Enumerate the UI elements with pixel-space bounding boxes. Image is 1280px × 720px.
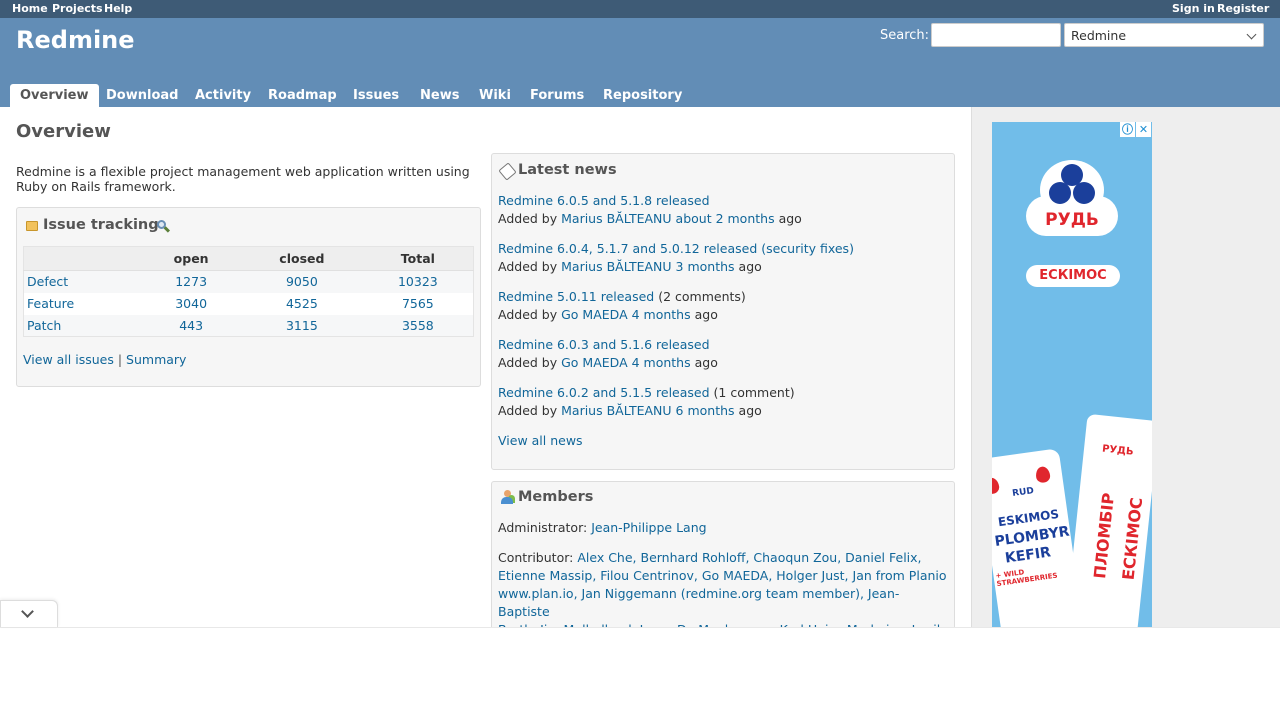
table-header xyxy=(23,246,142,271)
link-separator: | xyxy=(117,352,123,367)
view-all-issues-link[interactable]: View all issues xyxy=(23,352,114,367)
member-link[interactable]: Alex Che, Bernhard Rohloff, Chaoqun Zou,… xyxy=(577,550,921,565)
closed-count-link[interactable]: 3115 xyxy=(286,318,318,333)
ad-brand-text: РУДЬ xyxy=(1045,210,1099,230)
tab-overview[interactable]: Overview xyxy=(10,84,99,107)
news-icon xyxy=(498,162,517,181)
news-author-link[interactable]: Marius BĂLTEANU xyxy=(561,403,671,418)
tab-activity[interactable]: Activity xyxy=(185,84,261,107)
table-row: Defect 1273 9050 10323 xyxy=(23,270,474,293)
site-title[interactable]: Redmine xyxy=(16,26,135,54)
collapse-toggle-button[interactable] xyxy=(0,600,58,627)
tab-news[interactable]: News xyxy=(410,84,469,107)
news-title-link[interactable]: Redmine 6.0.5 and 5.1.8 released xyxy=(498,193,710,208)
table-header-closed: closed xyxy=(241,246,363,271)
table-row: Patch 443 3115 3558 xyxy=(23,314,474,337)
open-count-link[interactable]: 1273 xyxy=(175,274,207,289)
chevron-down-icon xyxy=(21,605,34,618)
news-title-link[interactable]: Redmine 5.0.11 released xyxy=(498,289,654,304)
tracker-link-patch[interactable]: Patch xyxy=(27,318,61,333)
search-input[interactable] xyxy=(931,23,1061,47)
member-link[interactable]: Jean-Philippe Lang xyxy=(591,520,706,535)
table-header-total: Total xyxy=(362,246,474,271)
bottom-overlay-bar xyxy=(0,627,1280,720)
total-count-link[interactable]: 10323 xyxy=(398,274,438,289)
project-description: Redmine is a flexible project management… xyxy=(16,164,470,194)
folder-icon xyxy=(26,221,38,231)
sign-in-link[interactable]: Sign in xyxy=(1172,2,1215,15)
tab-download[interactable]: Download xyxy=(96,84,188,107)
news-time-link[interactable]: 4 months xyxy=(632,355,691,370)
zoom-icon[interactable] xyxy=(157,220,171,233)
members-administrator: Administrator: Jean-Philippe Lang xyxy=(498,520,707,535)
tab-wiki[interactable]: Wiki xyxy=(469,84,521,107)
closed-count-link[interactable]: 9050 xyxy=(286,274,318,289)
project-jump-select[interactable]: Redmine xyxy=(1064,23,1264,47)
news-author-link[interactable]: Marius BĂLTEANU xyxy=(561,211,671,226)
top-menu-home[interactable]: Home xyxy=(12,2,48,15)
news-item: Redmine 6.0.2 and 5.1.5 released (1 comm… xyxy=(498,385,795,418)
news-title-link[interactable]: Redmine 6.0.4, 5.1.7 and 5.0.12 released… xyxy=(498,241,854,256)
news-time-link[interactable]: 6 months xyxy=(676,403,735,418)
ad-info-icon[interactable]: ⓘ xyxy=(1120,122,1135,137)
news-item: Redmine 5.0.11 released (2 comments) Add… xyxy=(498,289,746,322)
closed-count-link[interactable]: 4525 xyxy=(286,296,318,311)
page-title: Overview xyxy=(16,121,111,142)
chevron-down-icon xyxy=(1246,29,1257,40)
tab-repository[interactable]: Repository xyxy=(593,84,692,107)
news-title-link[interactable]: Redmine 6.0.3 and 5.1.6 released xyxy=(498,337,710,352)
news-author-link[interactable]: Marius BĂLTEANU xyxy=(561,259,671,274)
member-link[interactable]: Etienne Massip, Filou Centrinov, Go MAED… xyxy=(498,568,947,583)
members-contributors: Contributor: Alex Che, Bernhard Rohloff,… xyxy=(498,549,948,639)
project-select-value: Redmine xyxy=(1071,28,1127,43)
tracker-link-feature[interactable]: Feature xyxy=(27,296,74,311)
table-row: Feature 3040 4525 7565 xyxy=(23,292,474,315)
ad-ice-cream-pack-right: РУДЬ ПЛОМБІР ЕСКІМОС xyxy=(1064,413,1152,627)
member-link[interactable]: www.plan.io, Jan Niggemann (redmine.org … xyxy=(498,586,899,619)
issue-tracking-title: Issue tracking xyxy=(43,217,159,233)
news-time-link[interactable]: about 2 months xyxy=(676,211,775,226)
open-count-link[interactable]: 443 xyxy=(179,318,203,333)
advertisement[interactable]: ⓘ ✕ РУДЬ ЕСКІМОС RUD ESKIMOS PLOMBYR KEF… xyxy=(992,122,1152,627)
news-author-link[interactable]: Go MAEDA xyxy=(561,307,628,322)
top-menu-help[interactable]: Help xyxy=(104,2,132,15)
tab-roadmap[interactable]: Roadmap xyxy=(258,84,347,107)
ad-eskimos-badge: ЕСКІМОС xyxy=(1026,265,1120,287)
ad-close-icon[interactable]: ✕ xyxy=(1136,122,1151,137)
news-item: Redmine 6.0.5 and 5.1.8 released Added b… xyxy=(498,193,802,226)
top-menu-projects[interactable]: Projects xyxy=(52,2,103,15)
tab-issues[interactable]: Issues xyxy=(343,84,409,107)
ad-brand-logo: РУДЬ xyxy=(1026,160,1118,238)
members-title: Members xyxy=(518,489,594,505)
issue-links: View all issues | Summary xyxy=(23,352,186,367)
summary-link[interactable]: Summary xyxy=(126,352,186,367)
news-author-link[interactable]: Go MAEDA xyxy=(561,355,628,370)
total-count-link[interactable]: 7565 xyxy=(402,296,434,311)
table-header-open: open xyxy=(141,246,242,271)
news-item: Redmine 6.0.4, 5.1.7 and 5.0.12 released… xyxy=(498,241,854,274)
register-link[interactable]: Register xyxy=(1217,2,1269,15)
news-time-link[interactable]: 3 months xyxy=(676,259,735,274)
tab-forums[interactable]: Forums xyxy=(520,84,594,107)
top-menu: Home Projects Help Sign in Register xyxy=(0,0,1280,18)
search-label: Search: xyxy=(880,28,930,43)
tracker-link-defect[interactable]: Defect xyxy=(27,274,68,289)
header: Redmine Search: Redmine Overview Downloa… xyxy=(0,18,1280,107)
news-title-link[interactable]: Redmine 6.0.2 and 5.1.5 released xyxy=(498,385,710,400)
latest-news-title: Latest news xyxy=(518,162,617,178)
news-item: Redmine 6.0.3 and 5.1.6 released Added b… xyxy=(498,337,718,370)
news-time-link[interactable]: 4 months xyxy=(632,307,691,322)
group-icon xyxy=(500,490,516,504)
issue-tracking-table: open closed Total Defect 1273 9050 10323… xyxy=(23,246,474,337)
open-count-link[interactable]: 3040 xyxy=(175,296,207,311)
view-all-news-link[interactable]: View all news xyxy=(498,432,583,450)
total-count-link[interactable]: 3558 xyxy=(402,318,434,333)
